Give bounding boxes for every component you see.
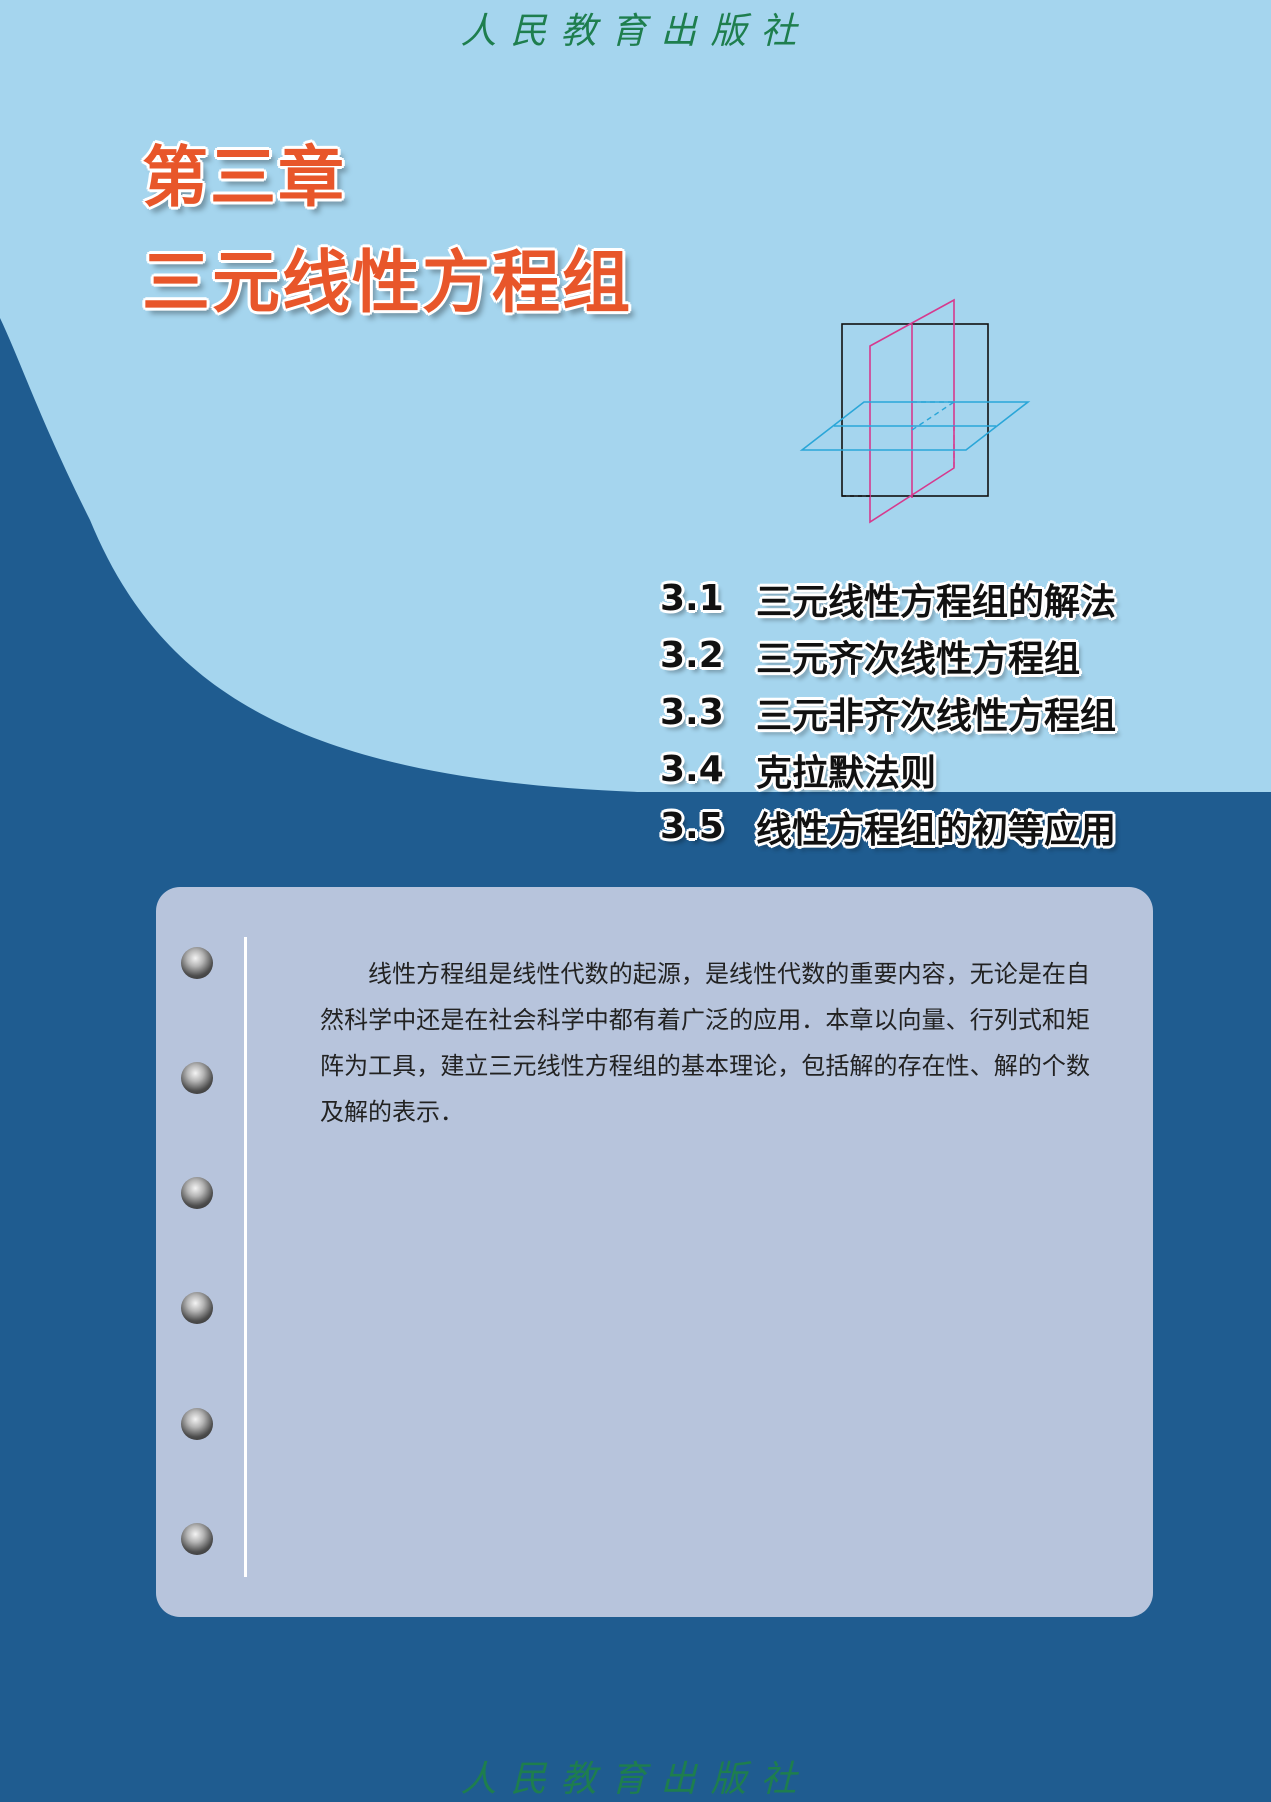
toc-item[interactable]: 3.4 克拉默法则 [660,741,1116,798]
toc-item[interactable]: 3.2 三元齐次线性方程组 [660,627,1116,684]
publisher-logo-top: 人民教育出版社 [460,11,811,52]
binder-hole-icon [181,1408,213,1440]
toc-item-title: 三元线性方程组的解法 [756,581,1117,623]
publisher-logo-bottom: 人民教育出版社 [460,1759,811,1800]
toc-item-number: 3.2 [660,635,724,676]
three-planes-diagram [799,298,1031,524]
binder-hole-icon [181,1177,213,1209]
toc-item-number: 3.1 [660,578,724,619]
toc-item-title: 克拉默法则 [756,752,937,794]
toc-item[interactable]: 3.1 三元线性方程组的解法 [660,570,1116,627]
toc-item-title: 三元非齐次线性方程组 [756,695,1117,737]
intro-card: 线性方程组是线性代数的起源，是线性代数的重要内容，无论是在自然科学中还是在社会科… [156,887,1153,1617]
intro-paragraph: 线性方程组是线性代数的起源，是线性代数的重要内容，无论是在自然科学中还是在社会科… [320,960,1090,1126]
toc-item-number: 3.3 [660,692,724,733]
chapter-title: 三元线性方程组 [142,244,633,323]
margin-line [244,937,247,1577]
binder-hole-icon [181,1062,213,1094]
binder-hole-icon [181,1523,213,1555]
table-of-contents: 3.1 三元线性方程组的解法 3.2 三元齐次线性方程组 3.3 三元非齐次线性方程组… [660,570,1116,855]
toc-item[interactable]: 3.5 线性方程组的初等应用 [660,798,1116,855]
binder-hole-icon [181,947,213,979]
toc-item-title: 线性方程组的初等应用 [756,809,1117,851]
toc-item[interactable]: 3.3 三元非齐次线性方程组 [660,684,1116,741]
binder-hole-icon [181,1292,213,1324]
chapter-number: 第三章 [142,139,346,216]
toc-item-number: 3.5 [660,806,724,847]
toc-item-title: 三元齐次线性方程组 [756,638,1081,680]
toc-item-number: 3.4 [660,749,724,790]
